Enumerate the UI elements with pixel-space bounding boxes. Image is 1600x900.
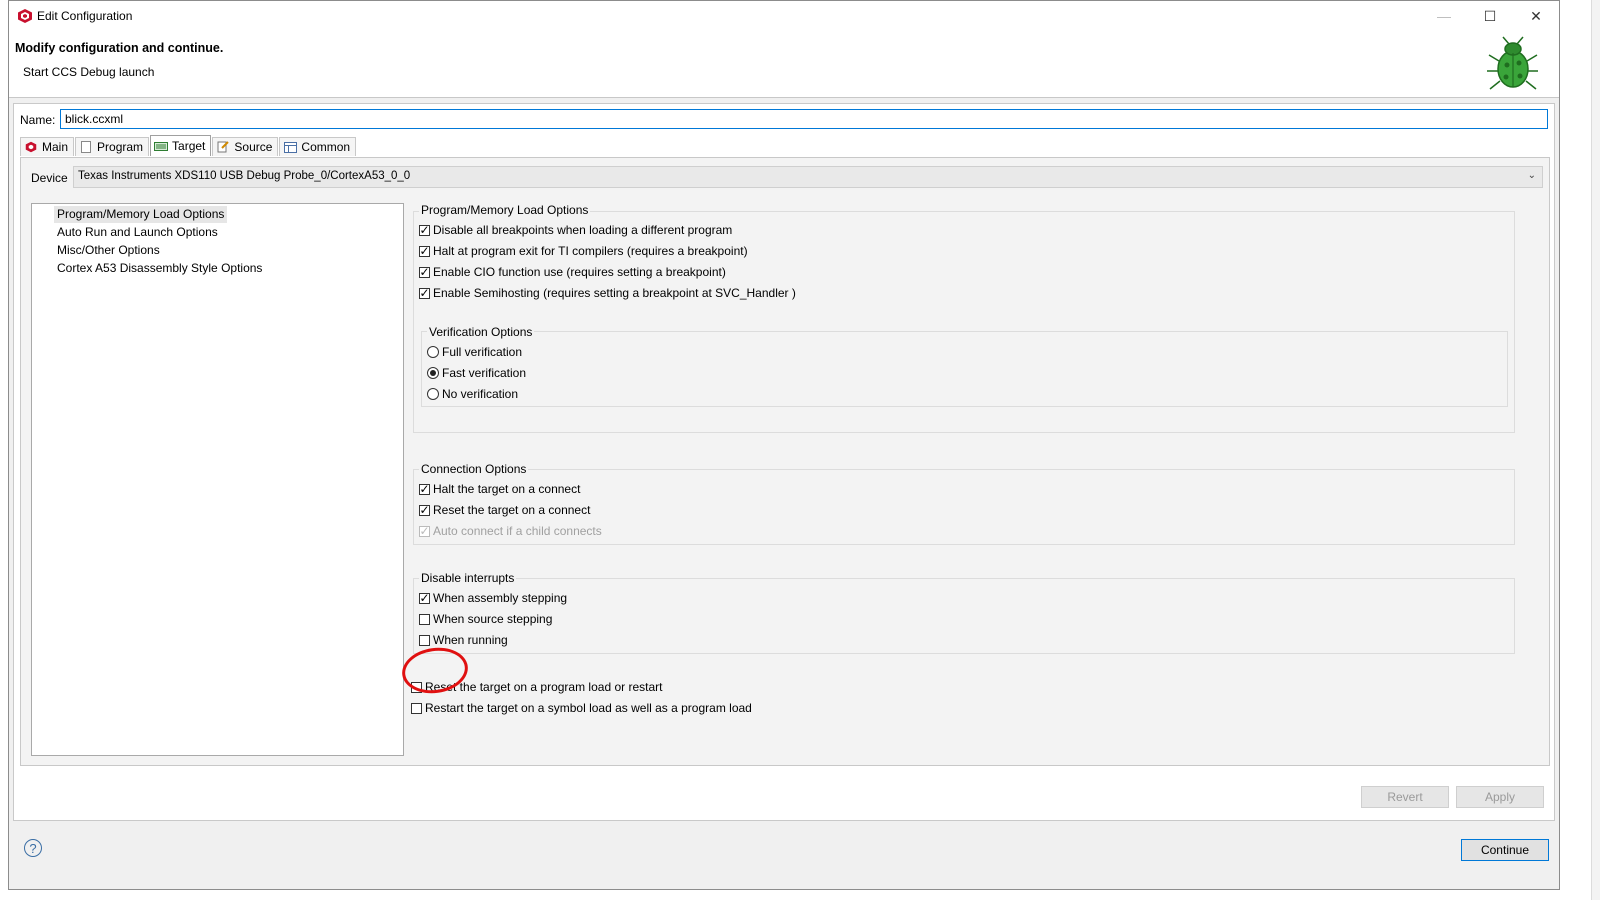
background-scrollbar	[1591, 0, 1600, 900]
checkbox[interactable]: ✓	[419, 591, 430, 605]
verification-title: Verification Options	[427, 325, 535, 339]
configuration-content: Name: Main Program Target	[13, 103, 1555, 821]
checkbox: ✓	[419, 524, 430, 538]
option-label: Full verification	[442, 345, 523, 359]
apply-button[interactable]: Apply	[1456, 786, 1544, 808]
checkbox[interactable]: ✓	[419, 482, 430, 496]
radio-full-verification[interactable]: Full verification	[427, 345, 522, 359]
connection-title: Connection Options	[419, 462, 529, 476]
checkbox[interactable]: ✓	[419, 223, 430, 237]
checkbox[interactable]: ✓	[419, 286, 430, 300]
source-icon	[216, 141, 230, 153]
name-input[interactable]	[60, 109, 1548, 129]
minimize-button[interactable]: —	[1421, 1, 1467, 31]
target-tab-panel: Device Texas Instruments XDS110 USB Debu…	[20, 157, 1550, 766]
option-label: Halt the target on a connect	[433, 482, 581, 496]
opt-enable-cio[interactable]: ✓ Enable CIO function use (requires setti…	[419, 265, 726, 279]
checkbox[interactable]	[419, 634, 430, 646]
tab-main[interactable]: Main	[20, 137, 75, 156]
radio[interactable]	[427, 388, 439, 400]
window-title: Edit Configuration	[37, 9, 133, 23]
tree-item-auto-run[interactable]: Auto Run and Launch Options	[54, 224, 221, 241]
radio-no-verification[interactable]: No verification	[427, 387, 518, 401]
tab-bar: Main Program Target Source Common	[20, 135, 357, 157]
device-value: Texas Instruments XDS110 USB Debug Probe…	[78, 170, 411, 182]
checkbox[interactable]: ✓	[419, 244, 430, 258]
page-icon	[79, 141, 93, 153]
banner: Modify configuration and continue. Start…	[9, 31, 1559, 98]
tab-source[interactable]: Source	[212, 137, 279, 156]
bug-icon	[1487, 36, 1538, 90]
chevron-down-icon: ⌄	[1527, 170, 1536, 181]
interrupts-group	[413, 578, 1515, 654]
cube-icon	[24, 141, 38, 153]
title-bar: Edit Configuration — ☐ ✕	[9, 1, 1559, 31]
banner-title: Modify configuration and continue.	[15, 41, 224, 55]
opt-restart-on-symbol-load[interactable]: Restart the target on a symbol load as w…	[411, 701, 752, 715]
opt-source-stepping[interactable]: When source stepping	[419, 612, 552, 626]
device-select[interactable]: Texas Instruments XDS110 USB Debug Probe…	[73, 166, 1543, 188]
program-memory-title: Program/Memory Load Options	[419, 203, 591, 217]
banner-subtitle: Start CCS Debug launch	[23, 65, 155, 79]
option-label: Reset the target on a connect	[433, 503, 591, 517]
opt-auto-connect-child: ✓ Auto connect if a child connects	[419, 524, 602, 538]
close-button[interactable]: ✕	[1513, 1, 1559, 31]
tab-source-label: Source	[234, 140, 273, 154]
radio-fast-verification[interactable]: Fast verification	[427, 366, 526, 380]
option-label: Auto connect if a child connects	[433, 524, 602, 538]
radio[interactable]	[427, 367, 439, 379]
opt-halt-on-connect[interactable]: ✓ Halt the target on a connect	[419, 482, 580, 496]
tab-common[interactable]: Common	[279, 137, 357, 156]
option-label: No verification	[442, 387, 519, 401]
opt-enable-semihosting[interactable]: ✓ Enable Semihosting (requires setting a …	[419, 286, 796, 300]
option-label: When source stepping	[433, 612, 553, 626]
option-label: Disable all breakpoints when loading a d…	[433, 223, 733, 237]
tab-target-label: Target	[172, 139, 206, 153]
tree-item-disassembly[interactable]: Cortex A53 Disassembly Style Options	[54, 260, 265, 277]
help-icon[interactable]: ?	[24, 839, 42, 857]
edit-configuration-window: Edit Configuration — ☐ ✕ Modify configur…	[8, 0, 1560, 890]
maximize-button[interactable]: ☐	[1467, 1, 1513, 31]
tree-item-misc[interactable]: Misc/Other Options	[54, 242, 163, 259]
options-area: Program/Memory Load Options ✓ Disable all…	[411, 203, 1543, 763]
checkbox[interactable]	[411, 702, 422, 714]
opt-reset-on-connect[interactable]: ✓ Reset the target on a connect	[419, 503, 590, 517]
option-label: Enable Semihosting (requires setting a b…	[433, 286, 796, 300]
chip-icon	[154, 140, 169, 152]
revert-button[interactable]: Revert	[1361, 786, 1449, 808]
tab-program[interactable]: Program	[75, 137, 150, 156]
opt-when-running[interactable]: When running	[419, 633, 508, 647]
tab-common-label: Common	[301, 140, 351, 154]
tab-program-label: Program	[97, 140, 144, 154]
device-label: Device	[31, 171, 68, 185]
option-label: When running	[433, 633, 508, 647]
options-tree: Program/Memory Load Options Auto Run and…	[31, 203, 404, 756]
ccs-cube-icon	[18, 9, 32, 23]
tab-main-label: Main	[42, 140, 69, 154]
name-label: Name:	[20, 113, 56, 127]
continue-button[interactable]: Continue	[1461, 839, 1549, 861]
interrupts-title: Disable interrupts	[419, 571, 517, 585]
radio[interactable]	[427, 346, 439, 358]
tab-target[interactable]: Target	[150, 135, 212, 156]
option-label: Restart the target on a symbol load as w…	[425, 701, 752, 715]
option-label: When assembly stepping	[433, 591, 568, 605]
opt-assembly-stepping[interactable]: ✓ When assembly stepping	[419, 591, 567, 605]
opt-halt-at-exit[interactable]: ✓ Halt at program exit for TI compilers (…	[419, 244, 748, 258]
verification-group	[421, 331, 1508, 407]
option-label: Halt at program exit for TI compilers (r…	[433, 244, 748, 258]
checkbox[interactable]: ✓	[419, 503, 430, 517]
table-icon	[283, 141, 297, 153]
option-label: Fast verification	[442, 366, 527, 380]
tree-item-program-memory[interactable]: Program/Memory Load Options	[54, 206, 228, 223]
opt-disable-breakpoints[interactable]: ✓ Disable all breakpoints when loading a …	[419, 223, 732, 237]
checkbox[interactable]	[419, 613, 430, 625]
option-label: Enable CIO function use (requires settin…	[433, 265, 726, 279]
checkbox[interactable]: ✓	[419, 265, 430, 279]
